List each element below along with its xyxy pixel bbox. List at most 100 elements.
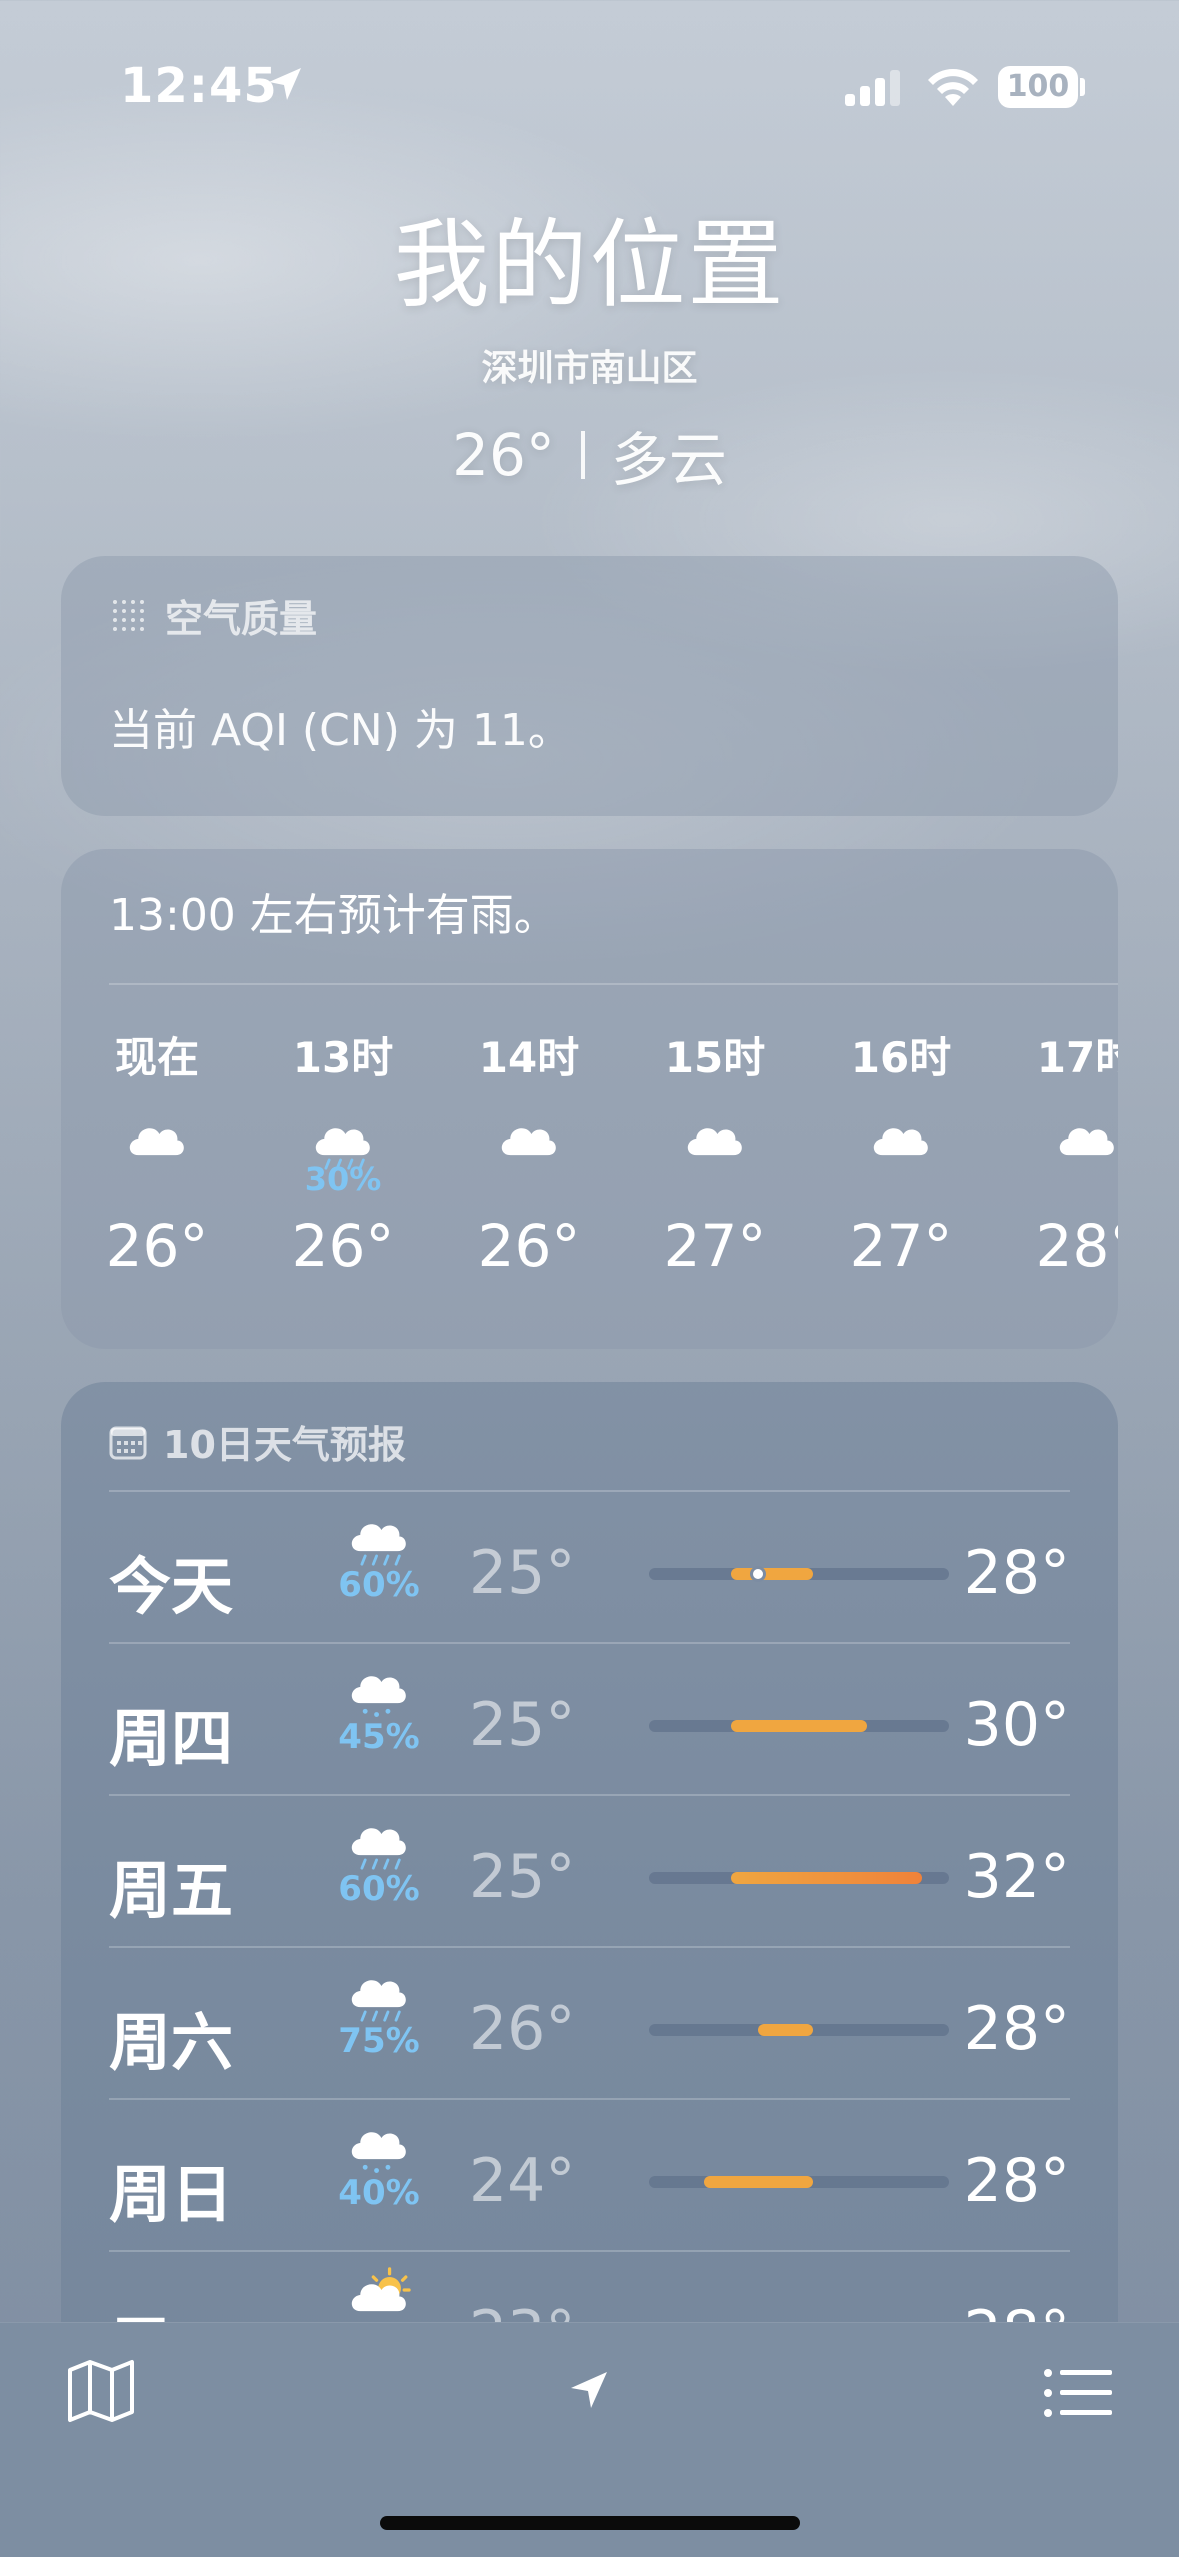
current-temperature: 26° bbox=[452, 421, 555, 489]
map-icon[interactable] bbox=[66, 2358, 136, 2424]
temp-range-bar bbox=[649, 1720, 949, 1732]
battery-indicator: 100 bbox=[998, 66, 1078, 108]
day-icon: 75% bbox=[329, 1960, 429, 2061]
temp-range-bar bbox=[649, 1566, 949, 1582]
hour-label: 现在 bbox=[114, 1033, 199, 1082]
day-high-temp: 28° bbox=[963, 2146, 1070, 2216]
list-icon[interactable] bbox=[1044, 2367, 1112, 2419]
hour-label: 16时 bbox=[850, 1033, 952, 1082]
daily-forecast-card[interactable]: 10日天气预报 今天 60% 25° 28° 周四 45% 25° 30° 周五 60% 25° 32… bbox=[61, 1382, 1118, 2422]
air-quality-icon bbox=[113, 599, 144, 631]
hourly-forecast-card[interactable]: 13:00 左右预计有雨。 现在 26° 13时 30% 26° 14时 26° 15时 27°… bbox=[61, 849, 1118, 1349]
day-icon: 40% bbox=[329, 2112, 429, 2213]
temp-range-fill bbox=[730, 1872, 922, 1884]
daily-forecast-header: 10日天气预报 bbox=[109, 1414, 406, 1469]
daily-row[interactable]: 周日 40% 24° 28° bbox=[109, 2100, 1070, 2250]
cloud-icon bbox=[501, 1128, 556, 1156]
cloud-rain-icon bbox=[351, 1524, 406, 1566]
day-name: 周五 bbox=[109, 1854, 234, 1927]
hourly-summary: 13:00 左右预计有雨。 bbox=[109, 890, 558, 941]
hour-temp: 26° bbox=[477, 1212, 581, 1280]
location-arrow-icon[interactable] bbox=[567, 2368, 611, 2412]
hourly-item: 17时 28° bbox=[1007, 1024, 1118, 1280]
hourly-item: 13时 30% 26° bbox=[263, 1024, 423, 1280]
day-low-temp: 24° bbox=[469, 2146, 576, 2216]
day-precip: 60% bbox=[338, 1565, 420, 1605]
hourly-item: 14时 26° bbox=[449, 1024, 609, 1280]
day-icon bbox=[329, 2264, 429, 2329]
day-icon: 45% bbox=[329, 1656, 429, 1757]
calendar-icon bbox=[109, 1426, 147, 1459]
temp-range-bar bbox=[649, 2176, 949, 2188]
hour-precip: 30% bbox=[304, 1160, 382, 1198]
cellular-signal-icon bbox=[845, 70, 900, 106]
day-icon: 60% bbox=[329, 1808, 429, 1909]
current-summary: 26° 多云 bbox=[0, 413, 1179, 497]
status-bar: 12:45 100 bbox=[0, 0, 1179, 130]
current-condition: 多云 bbox=[610, 426, 727, 494]
day-name: 周四 bbox=[109, 1702, 234, 1775]
hour-icon: 30% bbox=[263, 1080, 423, 1198]
day-precip: 40% bbox=[338, 2173, 420, 2213]
cloud-icon bbox=[687, 1128, 742, 1156]
daily-row[interactable]: 周四 45% 25° 30° bbox=[109, 1644, 1070, 1794]
temp-range-fill bbox=[730, 1720, 868, 1732]
hour-icon bbox=[635, 1080, 795, 1190]
day-high-temp: 28° bbox=[963, 1994, 1070, 2064]
hour-icon bbox=[77, 1080, 237, 1190]
air-quality-card[interactable]: 空气质量 当前 AQI (CN) 为 11。 bbox=[61, 556, 1118, 816]
battery-tip bbox=[1080, 78, 1085, 96]
day-name: 今天 bbox=[109, 1550, 234, 1623]
daily-row[interactable]: 周六 75% 26° 28° bbox=[109, 1948, 1070, 2098]
hourly-item: 16时 27° bbox=[821, 1024, 981, 1280]
temp-range-fill bbox=[703, 2176, 813, 2188]
location-district: 深圳市南山区 bbox=[481, 348, 698, 389]
hour-icon bbox=[821, 1080, 981, 1190]
air-quality-text: 当前 AQI (CN) 为 11。 bbox=[109, 705, 572, 756]
temp-range-fill bbox=[730, 1568, 813, 1580]
air-quality-label: 空气质量 bbox=[165, 597, 318, 641]
cloud-rain-icon bbox=[351, 1828, 406, 1870]
day-precip: 75% bbox=[338, 2021, 420, 2061]
hour-temp: 27° bbox=[849, 1212, 953, 1280]
status-time: 12:45 bbox=[120, 58, 278, 114]
hour-label: 13时 bbox=[292, 1033, 394, 1082]
hour-temp: 27° bbox=[663, 1212, 767, 1280]
day-name: 周日 bbox=[109, 2158, 234, 2231]
day-low-temp: 25° bbox=[469, 1538, 576, 1608]
day-precip: 45% bbox=[338, 1717, 420, 1757]
day-low-temp: 25° bbox=[469, 1690, 576, 1760]
summary-separator bbox=[580, 431, 585, 479]
hourly-item: 现在 26° bbox=[77, 1024, 237, 1280]
partly-sunny-icon bbox=[351, 2267, 411, 2312]
daily-row[interactable]: 今天 60% 25° 28° bbox=[109, 1492, 1070, 1642]
day-name: 周六 bbox=[109, 2006, 234, 2079]
hourly-divider bbox=[109, 983, 1118, 985]
hourly-item: 15时 27° bbox=[635, 1024, 795, 1280]
air-quality-header: 空气质量 bbox=[109, 588, 317, 643]
hour-label: 17时 bbox=[1036, 1033, 1118, 1082]
cloud-drizzle-icon bbox=[351, 1676, 406, 1717]
location-services-icon bbox=[269, 68, 301, 100]
wifi-icon bbox=[928, 69, 978, 106]
temp-range-bar bbox=[649, 2024, 949, 2036]
day-low-temp: 25° bbox=[469, 1842, 576, 1912]
daily-forecast-label: 10日天气预报 bbox=[163, 1423, 406, 1467]
hour-icon bbox=[1007, 1080, 1118, 1190]
day-high-temp: 28° bbox=[963, 1538, 1070, 1608]
hour-temp: 26° bbox=[291, 1212, 395, 1280]
day-high-temp: 32° bbox=[963, 1842, 1070, 1912]
hour-label: 14时 bbox=[478, 1033, 580, 1082]
day-high-temp: 30° bbox=[963, 1690, 1070, 1760]
cloud-rain-icon bbox=[351, 1980, 406, 2022]
temp-range-fill bbox=[758, 2024, 813, 2036]
hour-temp: 28° bbox=[1035, 1212, 1118, 1280]
cloud-icon bbox=[129, 1128, 184, 1156]
daily-row[interactable]: 周五 60% 25° 32° bbox=[109, 1796, 1070, 1946]
hour-label: 15时 bbox=[664, 1033, 766, 1082]
current-temp-dot bbox=[750, 1566, 767, 1582]
cloud-icon bbox=[1059, 1128, 1114, 1156]
cloud-icon bbox=[873, 1128, 928, 1156]
location-title: 我的位置 bbox=[393, 209, 786, 321]
home-indicator[interactable] bbox=[380, 2516, 800, 2530]
